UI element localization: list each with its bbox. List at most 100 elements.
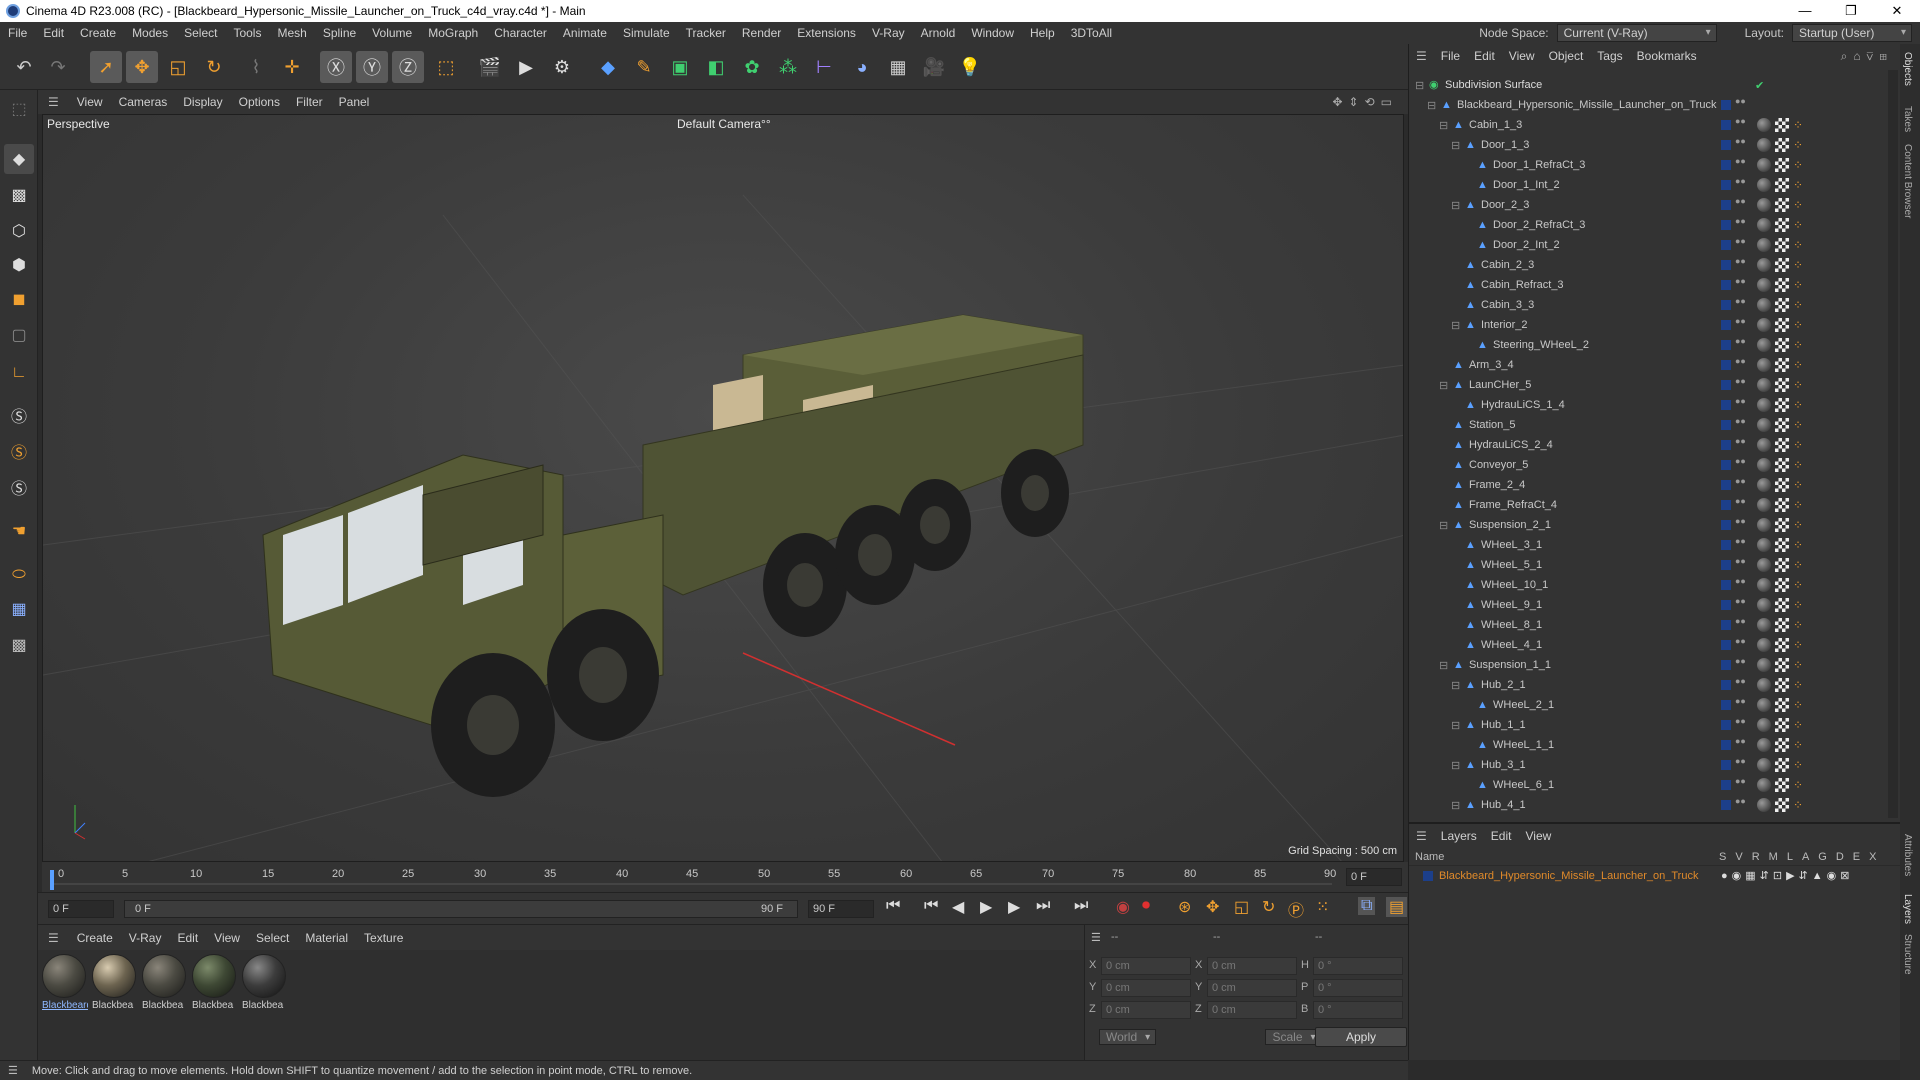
layer-color-icon[interactable] xyxy=(1721,800,1731,810)
texture-mode-icon[interactable]: ▩ xyxy=(4,180,34,210)
selection-tag-icon[interactable]: ⁘ xyxy=(1793,798,1807,812)
material-tag-icon[interactable] xyxy=(1757,418,1771,432)
visibility-dots-icon[interactable]: ●● xyxy=(1735,297,1746,306)
object-row[interactable]: ⊟ ◉ Subdivision Surface ✔ xyxy=(1413,76,1885,96)
layer-color-icon[interactable] xyxy=(1721,540,1731,550)
object-name[interactable]: Hub_2_1 xyxy=(1481,679,1526,691)
expand-toggle-icon[interactable]: ⊟ xyxy=(1427,99,1436,112)
visibility-dots-icon[interactable]: ●● xyxy=(1735,437,1746,446)
object-row[interactable]: ⊟ ▲ LaunCHer_5 ●● ⁘ xyxy=(1413,376,1885,396)
expand-toggle-icon[interactable]: ⊟ xyxy=(1451,759,1460,772)
texture-tag-icon[interactable] xyxy=(1775,638,1789,652)
layer-color-icon[interactable] xyxy=(1721,400,1731,410)
material-tag-icon[interactable] xyxy=(1757,138,1771,152)
material-swatch[interactable]: Blackbeard xyxy=(42,954,88,1011)
selection-tag-icon[interactable]: ⁘ xyxy=(1793,238,1807,252)
frame-range-slider[interactable]: 0 F 90 F xyxy=(124,900,798,918)
object-menu-bookmarks[interactable]: Bookmarks xyxy=(1630,49,1704,63)
material-tag-icon[interactable] xyxy=(1757,198,1771,212)
subdivision-icon[interactable]: ▣ xyxy=(664,51,696,83)
size-mode-dropdown[interactable]: Scale xyxy=(1265,1029,1322,1045)
visibility-dots-icon[interactable]: ●● xyxy=(1735,577,1746,586)
object-row[interactable]: ▲ WHeeL_2_1 ●● ⁘ xyxy=(1413,696,1885,716)
snap-grid-icon[interactable]: Ⓢ xyxy=(4,472,34,502)
material-tag-icon[interactable] xyxy=(1757,678,1771,692)
x-axis-lock-icon[interactable]: Ⓧ xyxy=(320,51,352,83)
y-axis-lock-icon[interactable]: Ⓨ xyxy=(356,51,388,83)
material-tag-icon[interactable] xyxy=(1757,478,1771,492)
object-name[interactable]: Hub_1_1 xyxy=(1481,719,1526,731)
selection-tag-icon[interactable]: ⁘ xyxy=(1793,538,1807,552)
visibility-dots-icon[interactable]: ●● xyxy=(1735,217,1746,226)
object-name[interactable]: WHeeL_6_1 xyxy=(1493,779,1554,791)
texture-tag-icon[interactable] xyxy=(1775,478,1789,492)
visibility-dots-icon[interactable]: ●● xyxy=(1735,597,1746,606)
layer-color-icon[interactable] xyxy=(1721,120,1731,130)
key-scale-icon[interactable]: ◱ xyxy=(1234,897,1249,917)
selection-tag-icon[interactable]: ⁘ xyxy=(1793,398,1807,412)
visibility-dots-icon[interactable]: ●● xyxy=(1735,617,1746,626)
texture-tag-icon[interactable] xyxy=(1775,258,1789,272)
menu-select[interactable]: Select xyxy=(176,26,225,40)
visibility-dots-icon[interactable]: ●● xyxy=(1735,677,1746,686)
start-frame-field[interactable]: 0 F xyxy=(48,900,114,918)
selection-tag-icon[interactable]: ⁘ xyxy=(1793,658,1807,672)
maximize-button[interactable]: ❐ xyxy=(1828,0,1874,22)
visibility-dots-icon[interactable]: ●● xyxy=(1735,257,1746,266)
menu-mesh[interactable]: Mesh xyxy=(269,26,314,40)
menu-simulate[interactable]: Simulate xyxy=(615,26,678,40)
object-name[interactable]: Frame_RefraCt_4 xyxy=(1469,499,1557,511)
timeline-playhead[interactable] xyxy=(50,870,54,890)
menu-arnold[interactable]: Arnold xyxy=(913,26,964,40)
layer-color-icon[interactable] xyxy=(1721,660,1731,670)
material-tag-icon[interactable] xyxy=(1757,598,1771,612)
floor-icon[interactable]: ▦ xyxy=(882,51,914,83)
visibility-dots-icon[interactable]: ●● xyxy=(1735,537,1746,546)
object-row[interactable]: ⊟ ▲ Hub_4_1 ●● ⁘ xyxy=(1413,796,1885,816)
autokey-icon[interactable]: ⏺ xyxy=(1142,897,1150,915)
locked-workplane-icon[interactable]: ▩ xyxy=(4,630,34,660)
texture-tag-icon[interactable] xyxy=(1775,298,1789,312)
material-tag-icon[interactable] xyxy=(1757,658,1771,672)
snap-settings-icon[interactable]: Ⓢ xyxy=(4,436,34,466)
material-menu-texture[interactable]: Texture xyxy=(356,931,411,945)
layer-flag-icons[interactable]: ●◉▦⇵⊡▶⇵▲◉⊠ xyxy=(1721,869,1853,882)
prev-frame-icon[interactable]: ◀ xyxy=(952,897,964,917)
layer-color-icon[interactable] xyxy=(1721,440,1731,450)
layer-color-icon[interactable] xyxy=(1721,360,1731,370)
cube-icon[interactable]: ◆ xyxy=(592,51,624,83)
workplane-icon[interactable]: ⬭ xyxy=(4,560,34,590)
visibility-dots-icon[interactable]: ●● xyxy=(1735,397,1746,406)
material-tag-icon[interactable] xyxy=(1757,498,1771,512)
layout-dropdown[interactable]: Startup (User) xyxy=(1792,24,1912,42)
field-icon[interactable]: ◕ xyxy=(846,51,878,83)
rotate-tool-icon[interactable]: ↻ xyxy=(198,51,230,83)
menu-tools[interactable]: Tools xyxy=(225,26,269,40)
visibility-dots-icon[interactable]: ●● xyxy=(1735,517,1746,526)
points-mode-icon[interactable]: ⬡ xyxy=(4,216,34,246)
material-menu-material[interactable]: Material xyxy=(297,931,356,945)
texture-tag-icon[interactable] xyxy=(1775,518,1789,532)
coordinate-system-icon[interactable]: ⬚ xyxy=(430,51,462,83)
expand-toggle-icon[interactable]: ⊟ xyxy=(1451,719,1460,732)
layer-menu-view[interactable]: View xyxy=(1518,829,1558,843)
pos-x-field[interactable]: 0 cm xyxy=(1101,957,1191,975)
object-row[interactable]: ▲ Steering_WHeeL_2 ●● ⁘ xyxy=(1413,336,1885,356)
object-row[interactable]: ▲ WHeeL_5_1 ●● ⁘ xyxy=(1413,556,1885,576)
object-manager-tools-icons[interactable]: ⌕⌂⊽⊞ xyxy=(1841,49,1893,64)
layer-color-icon[interactable] xyxy=(1721,100,1731,110)
rot-h-field[interactable]: 0 ° xyxy=(1313,957,1403,975)
sculpt-icon[interactable]: ☚ xyxy=(4,516,34,546)
object-name[interactable]: Frame_2_4 xyxy=(1469,479,1525,491)
menu-character[interactable]: Character xyxy=(486,26,555,40)
visibility-dots-icon[interactable]: ●● xyxy=(1735,237,1746,246)
object-row[interactable]: ⊟ ▲ Cabin_1_3 ●● ⁘ xyxy=(1413,116,1885,136)
object-name[interactable]: Door_1_RefraCt_3 xyxy=(1493,159,1585,171)
material-tag-icon[interactable] xyxy=(1757,578,1771,592)
pos-z-field[interactable]: 0 cm xyxy=(1101,1001,1191,1019)
texture-tag-icon[interactable] xyxy=(1775,658,1789,672)
rot-p-field[interactable]: 0 ° xyxy=(1313,979,1403,997)
layer-color-icon[interactable] xyxy=(1721,620,1731,630)
layer-color-icon[interactable] xyxy=(1721,640,1731,650)
object-name[interactable]: WHeeL_1_1 xyxy=(1493,739,1554,751)
